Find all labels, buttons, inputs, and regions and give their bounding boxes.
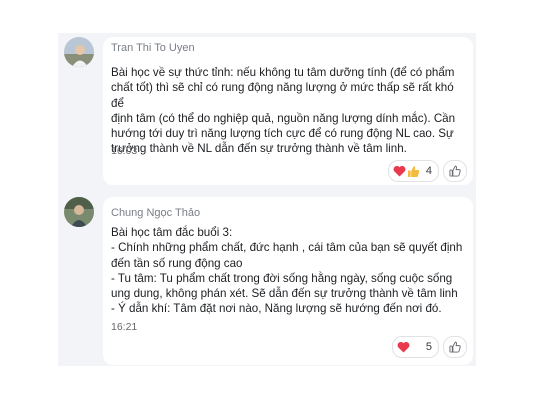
comment-timestamp[interactable]: 16:03: [111, 145, 137, 157]
reaction-count: 4: [425, 165, 432, 177]
comment-thread: Tran Thi To Uyen Bài học về sự thức tỉnh…: [58, 33, 476, 366]
like-button[interactable]: [443, 336, 467, 358]
avatar[interactable]: [64, 37, 94, 67]
comment-bubble: Tran Thi To Uyen Bài học về sự thức tỉnh…: [103, 37, 473, 185]
comment-timestamp[interactable]: 16:21: [111, 321, 137, 333]
heart-icon: [393, 165, 406, 177]
comment-author[interactable]: Tran Thi To Uyen: [111, 42, 195, 54]
thumbs-up-icon: [407, 165, 420, 178]
reaction-summary[interactable]: 4: [387, 160, 439, 182]
reaction-count: 5: [425, 341, 432, 353]
heart-icon: [397, 341, 410, 353]
thumbs-up-outline-icon: [449, 165, 461, 177]
reaction-bar: 5: [391, 336, 467, 358]
comment-text: Bài học tâm đắc buổi 3: - Chính những ph…: [111, 226, 463, 316]
avatar[interactable]: [64, 197, 94, 227]
reaction-bar: 4: [387, 160, 467, 182]
thumbs-up-outline-icon: [449, 341, 461, 353]
like-button[interactable]: [443, 160, 467, 182]
comment-text: Bài học về sự thức tỉnh: nếu không tu tâ…: [111, 66, 456, 156]
comment-bubble: Chung Ngọc Thảo Bài học tâm đắc buổi 3: …: [103, 197, 473, 365]
comment-author[interactable]: Chung Ngọc Thảo: [111, 207, 200, 219]
reaction-summary[interactable]: 5: [391, 336, 439, 358]
